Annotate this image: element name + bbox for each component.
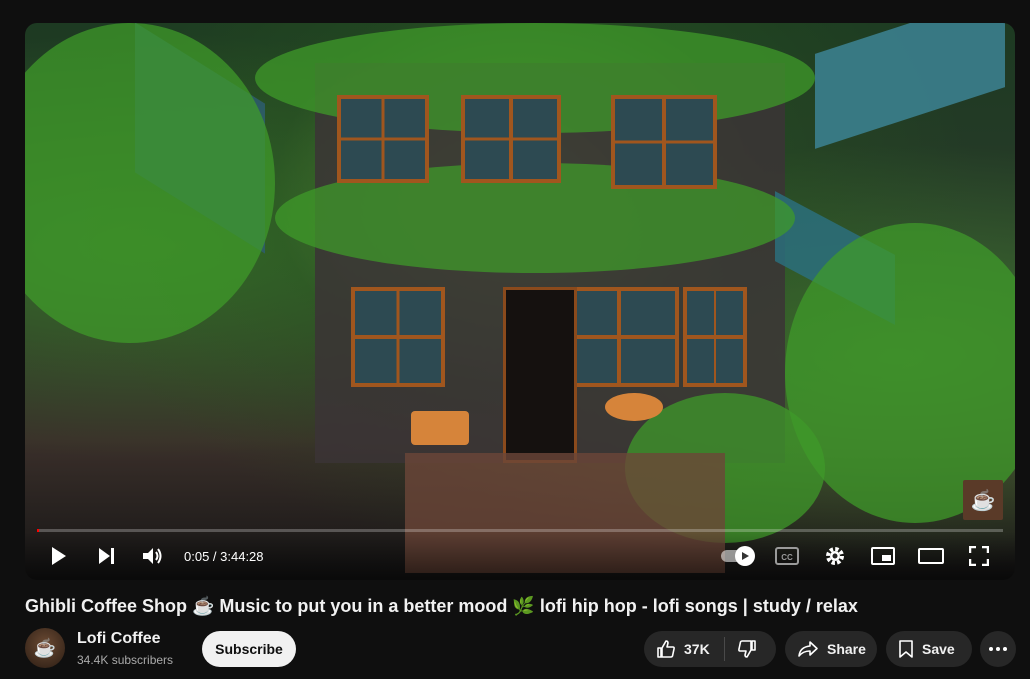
time-display: 0:05 / 3:44:28 bbox=[184, 549, 264, 564]
thumbs-up-icon bbox=[657, 640, 675, 658]
volume-icon bbox=[143, 548, 162, 564]
coffee-cup-icon: ☕ bbox=[33, 637, 57, 658]
play-button[interactable] bbox=[45, 542, 73, 570]
scene-window bbox=[461, 95, 561, 183]
share-content: Share bbox=[785, 631, 866, 667]
channel-watermark-icon[interactable]: ☕ bbox=[963, 480, 1003, 520]
share-button[interactable]: Share bbox=[785, 631, 877, 667]
like-count: 37K bbox=[684, 641, 710, 657]
captions-button[interactable]: CC bbox=[773, 542, 801, 570]
video-player[interactable]: ☕ 0:05 / 3:44:28 CC bbox=[25, 23, 1015, 580]
save-content: Save bbox=[886, 631, 955, 667]
player-controls: 0:05 / 3:44:28 CC bbox=[25, 532, 1015, 580]
save-label: Save bbox=[922, 641, 955, 657]
share-icon bbox=[798, 641, 818, 657]
thumbs-down-icon bbox=[737, 640, 756, 658]
more-actions-button[interactable] bbox=[980, 631, 1016, 667]
scene-door bbox=[503, 287, 577, 463]
next-button[interactable] bbox=[93, 542, 121, 570]
channel-name[interactable]: Lofi Coffee bbox=[77, 630, 161, 648]
volume-button[interactable] bbox=[139, 542, 167, 570]
scene-table bbox=[605, 393, 663, 421]
autoplay-play-icon bbox=[742, 552, 749, 560]
autoplay-knob bbox=[735, 546, 755, 566]
miniplayer-icon bbox=[871, 547, 895, 565]
settings-button[interactable] bbox=[821, 542, 849, 570]
like-dislike-group: 37K bbox=[644, 631, 776, 667]
subscriber-count: 34.4K subscribers bbox=[77, 653, 174, 667]
captions-icon: CC bbox=[775, 547, 799, 565]
save-button[interactable]: Save bbox=[886, 631, 972, 667]
fullscreen-button[interactable] bbox=[965, 542, 993, 570]
scene-table bbox=[411, 411, 469, 445]
video-frame bbox=[25, 23, 1015, 580]
video-title: Ghibli Coffee Shop ☕ Music to put you in… bbox=[25, 596, 858, 616]
scene-window bbox=[351, 287, 445, 387]
skip-next-icon bbox=[99, 548, 114, 564]
fullscreen-icon bbox=[969, 546, 989, 566]
svg-text:CC: CC bbox=[781, 553, 793, 562]
bookmark-icon bbox=[899, 640, 913, 658]
theater-mode-icon bbox=[918, 548, 944, 564]
gear-icon bbox=[826, 547, 844, 565]
share-label: Share bbox=[827, 641, 866, 657]
theater-mode-button[interactable] bbox=[917, 542, 945, 570]
autoplay-toggle[interactable] bbox=[721, 546, 755, 566]
play-icon bbox=[52, 547, 66, 565]
more-horizontal-icon bbox=[989, 647, 1007, 651]
dislike-button[interactable] bbox=[725, 631, 769, 667]
scene-window bbox=[683, 287, 747, 387]
scene-window bbox=[559, 287, 679, 387]
miniplayer-button[interactable] bbox=[869, 542, 897, 570]
scene-roof-right bbox=[815, 23, 1005, 149]
like-button[interactable]: 37K bbox=[644, 631, 724, 667]
scene-window bbox=[337, 95, 429, 183]
scene-foliage-left bbox=[25, 23, 275, 343]
scene-window bbox=[611, 95, 717, 189]
subscribe-button[interactable]: Subscribe bbox=[202, 631, 296, 667]
channel-avatar[interactable]: ☕ bbox=[25, 628, 65, 668]
